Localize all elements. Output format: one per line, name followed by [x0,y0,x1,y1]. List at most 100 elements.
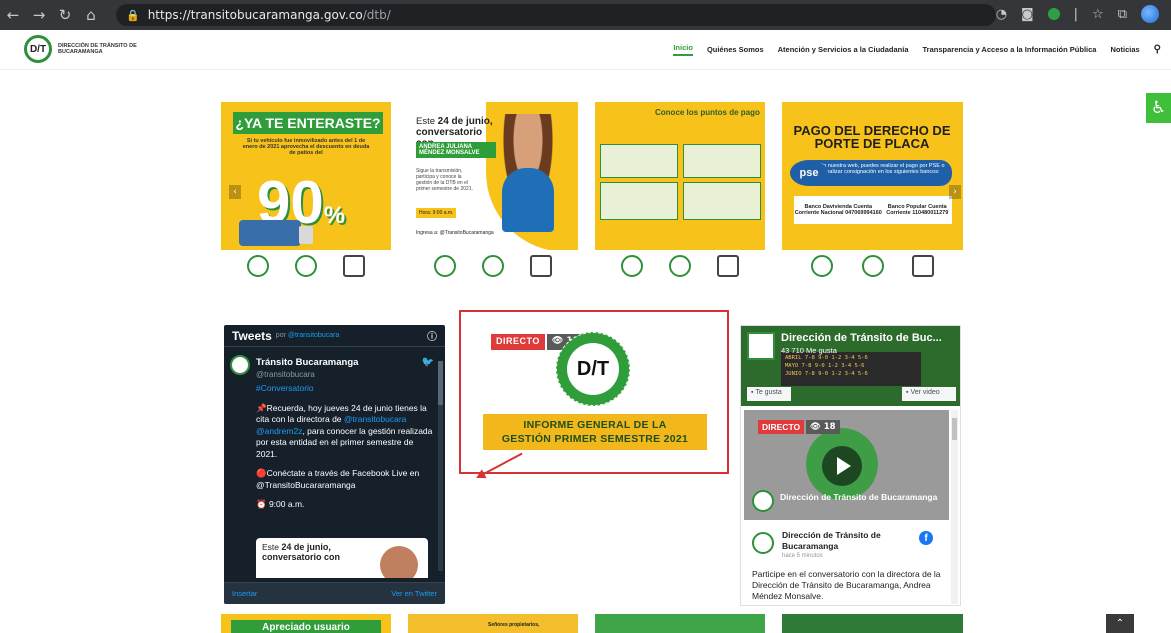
twitter-header: Tweets por @transitobucara ⓘ [224,325,445,347]
back-icon[interactable]: ← [0,6,26,24]
menu-item-quienes-somos[interactable]: Quiénes Somos [707,45,764,54]
card-time: Hora: 9:00 a.m. [416,208,457,218]
card-title: PAGO DEL DERECHO DE PORTE DE PLACA [793,123,951,151]
card-logos [408,250,578,282]
facebook-icon[interactable]: f [919,531,933,545]
live-label: DIRECTO [758,420,805,434]
watch-video-button[interactable]: ▪ Ver video [902,387,956,401]
twitter-by: por @transitobucara [275,332,340,339]
partner-logo-icon [717,255,739,277]
twitter-bird-icon[interactable]: 🐦 [422,357,434,368]
carousel-card-puntos-pago[interactable]: Conoce los puntos de pago [595,102,765,282]
featured-live-video[interactable]: DIRECTO 👁 18 D/T INFORME GENERAL DE LA G… [459,310,729,474]
info-icon[interactable]: ⓘ [427,328,437,343]
news-card[interactable]: Señores propietarios, [408,614,578,633]
carousel-card-porte-placa[interactable]: PAGO DEL DERECHO DE PORTE DE PLACA En nu… [782,102,963,282]
pico-placa-strip: ABRIL 7-8 9-0 1-2 3-4 5-6 MAYO 7-8 9-0 1… [781,352,921,386]
twitter-title: Tweets [232,328,272,343]
tow-truck-image [239,220,313,246]
facebook-scrollbar[interactable] [951,410,958,604]
logo-text: DIRECCIÓN DE TRÁNSITO DE BUCARAMANGA [58,43,137,55]
twitter-footer: Insertar Ver en Twitter [224,582,445,604]
bank-popular: Banco Popular Cuenta Corriente 110480011… [886,204,949,216]
payment-point-box [683,182,761,220]
news-card[interactable]: Apreciado usuario [221,614,391,633]
url-host: https://transitobucaramanga.gov.co [147,8,363,22]
card-fb-handle: Ingresa a: @TransitoBucaramanga [416,230,494,236]
report-banner: INFORME GENERAL DE LA GESTIÓN PRIMER SEM… [483,414,707,450]
menu-item-transparencia[interactable]: Transparencia y Acceso a la Información … [923,45,1097,54]
address-bar[interactable]: 🔒 https://transitobucaramanga.gov.co/dtb… [116,4,996,26]
page-avatar [752,490,774,512]
card-title: Conoce los puntos de pago [655,108,760,117]
post-time[interactable]: hace 5 minutos [782,553,823,559]
view-on-twitter-link[interactable]: Ver en Twitter [391,589,437,598]
tweet-paragraph: 🔴Conéctate a través de Facebook Live en … [256,468,420,490]
post-message: Participe en el conversatorio con la dir… [752,569,941,601]
insert-link[interactable]: Insertar [232,589,257,598]
card-title: ¿YA TE ENTERASTE? [233,112,383,134]
tweet-media[interactable]: Este 24 de junio, conversatorio con [256,538,428,578]
scroll-to-top-icon[interactable]: ⌃ [1106,614,1134,633]
carousel-card-descuento[interactable]: ¿YA TE ENTERASTE? Si tu vehículo fue inm… [221,102,391,282]
card-description: Sigue la transmisión, participa y conoce… [416,168,473,192]
menu-item-inicio[interactable]: Inicio [673,43,693,56]
extension-icon[interactable] [1047,8,1060,20]
news-card[interactable] [595,614,765,633]
forward-icon[interactable]: → [26,6,52,24]
page-avatar[interactable] [747,332,775,360]
camera-icon[interactable]: ◙ [1021,7,1034,22]
search-icon[interactable]: ⚲ [1154,44,1161,55]
carousel-card-conversatorio[interactable]: Este 24 de junio,conversatorio con ANDRE… [408,102,578,282]
logo-badge: D/T [24,35,52,63]
browser-toolbar: ← → ↻ ⌂ 🔒 https://transitobucaramanga.go… [0,0,1171,30]
home-icon[interactable]: ⌂ [78,6,104,24]
menu-item-atencion[interactable]: Atención y Servicios a la Ciudadanía [778,45,909,54]
tweet-hashtag[interactable]: #Conversatorio [256,383,436,395]
partner-logo-icon [343,255,365,277]
post-author[interactable]: Dirección de Tránsito de Bucaramanga [782,530,902,552]
tweet-body: #Conversatorio 📌Recuerda, hoy jueves 24 … [256,383,436,519]
partner-logo-icon [530,255,552,277]
carousel-prev-icon[interactable]: ‹ [229,185,241,199]
facebook-cover[interactable]: ABRIL 7-8 9-0 1-2 3-4 5-6 MAYO 7-8 9-0 1… [741,326,960,406]
play-icon[interactable] [822,446,862,486]
url-path: /dtb/ [362,8,391,22]
browser-actions: ◔ ◙ | ☆ ⧉ [996,5,1159,23]
profile-avatar[interactable] [1141,5,1159,23]
favorites-icon[interactable]: ☆ [1092,7,1104,22]
like-button[interactable]: ▪ Te gusta [747,387,791,401]
card-logos [782,250,963,282]
tweet-author-handle[interactable]: @transitobucara [256,370,315,379]
tweet-author-name[interactable]: Tránsito Bucaramanga [256,357,358,368]
menu-item-noticias[interactable]: Noticias [1110,45,1139,54]
partner-logo-icon [912,255,935,277]
avatar[interactable] [230,355,250,375]
bank-davivienda: Banco Davivienda Cuenta Corriente Nacion… [794,204,882,216]
tweet-paragraph: 📌Recuerda, hoy jueves 24 de junio tienes… [256,402,433,459]
director-photo [496,114,560,232]
payment-point-box [600,182,678,220]
page-avatar[interactable] [752,532,774,554]
view-count: 👁 18 [806,420,840,434]
live-label: DIRECTO [491,334,545,350]
news-card[interactable] [782,614,963,633]
site-logo[interactable]: D/T DIRECCIÓN DE TRÁNSITO DE BUCARAMANGA [24,35,138,63]
card-logos [221,250,391,282]
dtb-logo-icon [482,255,504,277]
collections-icon[interactable]: ⧉ [1118,7,1127,22]
twitter-scrollbar[interactable] [438,361,443,571]
carousel-next-icon[interactable]: › [949,185,961,199]
video-icon: ▪ [906,389,909,396]
twitter-widget: Tweets por @transitobucara ⓘ Tránsito Bu… [224,325,445,604]
card-logos [595,250,765,282]
seal-icon [621,255,643,277]
page-name[interactable]: Dirección de Tránsito de Buc... [781,332,942,344]
accessibility-icon[interactable]: ♿ [1146,93,1171,123]
pse-text: En nuestra web, puedes realizar el pago … [812,160,952,186]
tracking-icon[interactable]: ◔ [996,7,1007,22]
facebook-live-video[interactable]: DIRECTO 👁 18 Dirección de Tránsito de Bu… [744,410,949,520]
dtb-logo-icon [669,255,691,277]
reload-icon[interactable]: ↻ [52,6,78,24]
dtb-logo-icon [861,255,884,277]
